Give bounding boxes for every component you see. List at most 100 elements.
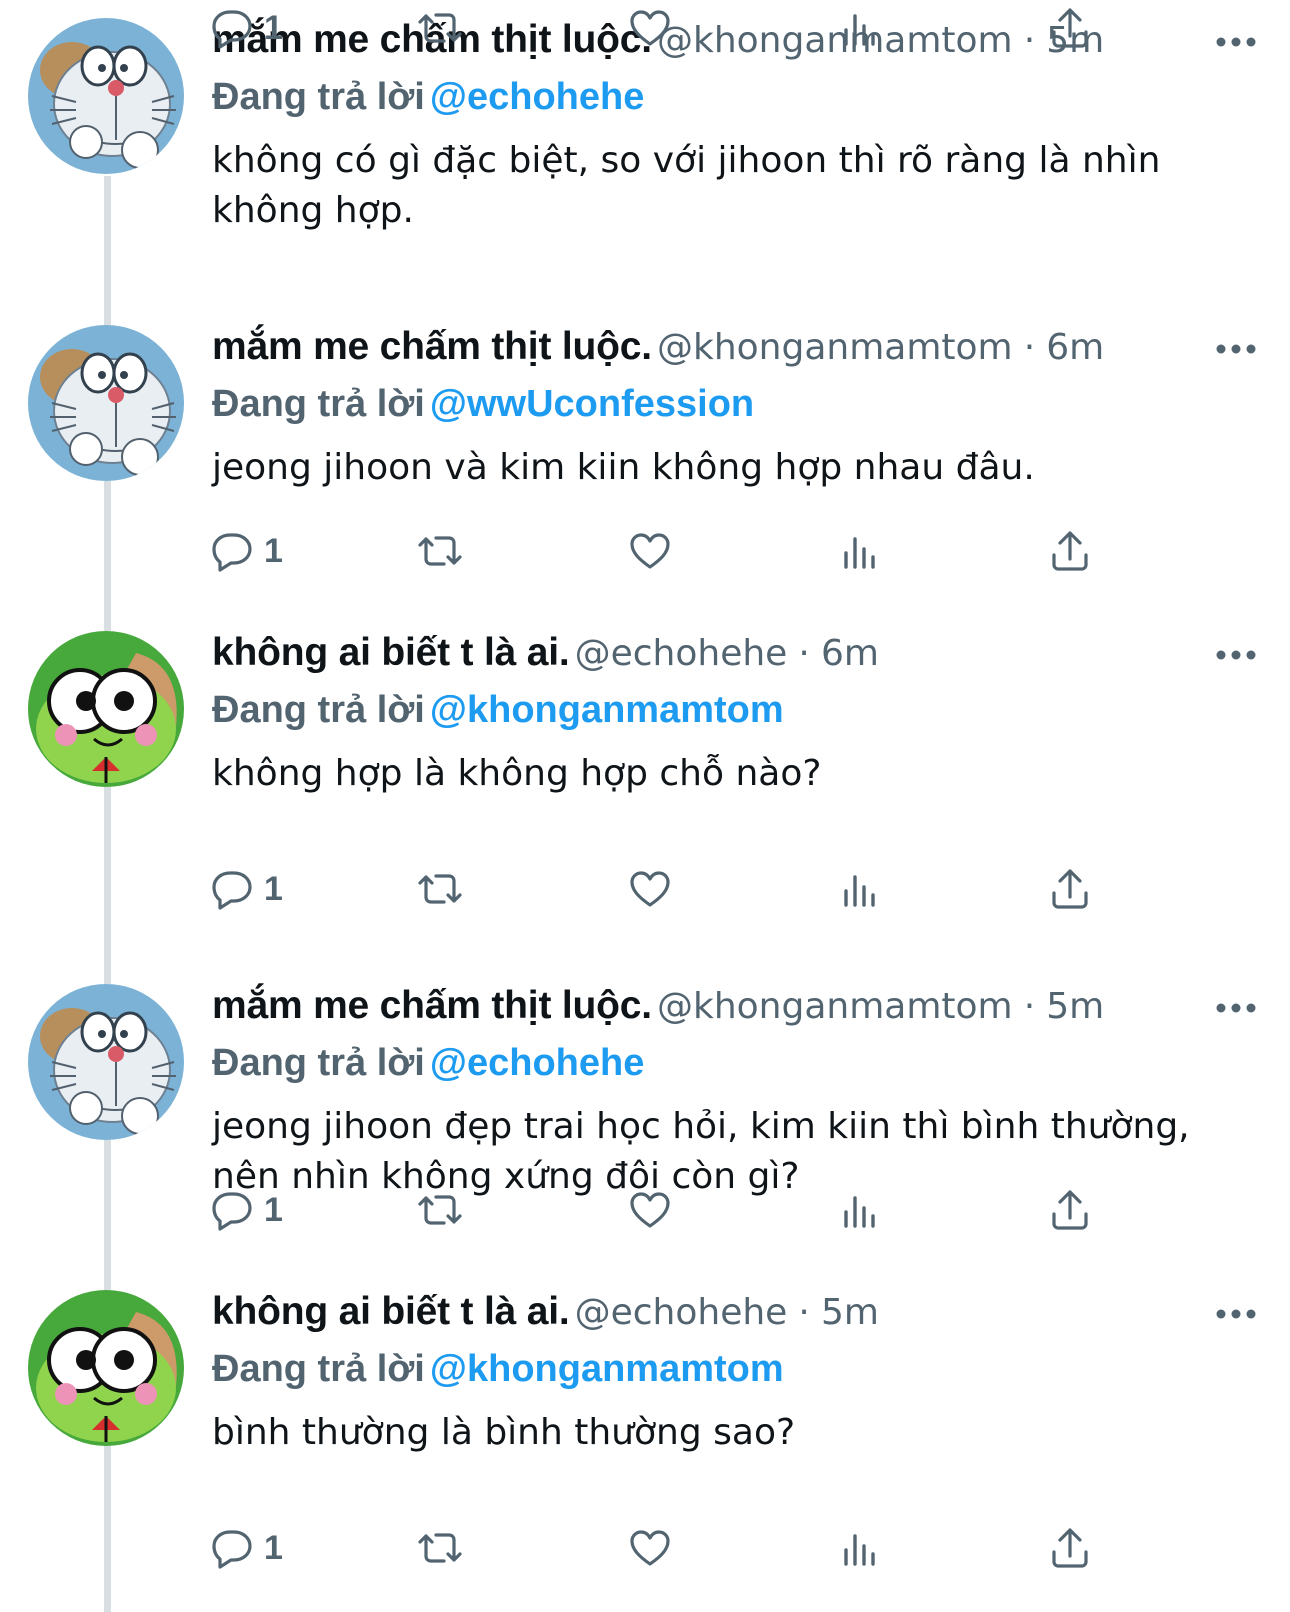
retweet-button[interactable]: [416, 1520, 464, 1576]
replying-to-handle[interactable]: @echohehe: [430, 1042, 644, 1084]
reply-icon: [212, 10, 252, 49]
tweet-header: không ai biết t là ai. @echohehe · 6m: [212, 631, 1272, 689]
share-icon: [1052, 531, 1088, 571]
doraemon-avatar[interactable]: [28, 984, 184, 1140]
replying-to-line: Đang trả lời @echohehe: [212, 76, 1272, 130]
doraemon-avatar-image: [28, 325, 184, 481]
keroppi-avatar-image: [28, 631, 184, 787]
tweet-actions: 1: [206, 861, 1206, 917]
more-icon[interactable]: [1214, 30, 1258, 54]
tweet-time[interactable]: 5m: [1046, 986, 1104, 1027]
separator-dot: ·: [798, 1292, 810, 1333]
share-icon: [1052, 8, 1088, 48]
reply-count: 1: [264, 1190, 283, 1229]
replying-to-label: Đang trả lời: [212, 1042, 425, 1084]
replying-to-label: Đang trả lời: [212, 383, 425, 425]
heart-icon: [630, 871, 670, 907]
retweet-button[interactable]: [416, 1182, 464, 1238]
tweet-header: không ai biết t là ai. @echohehe · 5m: [212, 1290, 1272, 1348]
tweet-actions: 1: [206, 523, 1206, 579]
share-button[interactable]: [1046, 1520, 1094, 1576]
views-icon: [844, 1196, 875, 1228]
share-button[interactable]: [1046, 523, 1094, 579]
views-icon: [844, 875, 875, 907]
replying-to-line: Đang trả lời @khonganmamtom: [212, 1348, 1272, 1402]
retweet-button[interactable]: [416, 0, 464, 56]
share-button[interactable]: [1046, 1182, 1094, 1238]
reply-button[interactable]: 1: [206, 1182, 283, 1238]
replying-to-handle[interactable]: @echohehe: [430, 76, 644, 118]
more-icon[interactable]: [1214, 996, 1258, 1020]
user-handle[interactable]: @echohehe: [575, 1292, 788, 1333]
tweet-actions: 1: [206, 0, 1206, 56]
reply-button[interactable]: 1: [206, 0, 283, 56]
tweet-text: jeong jihoon và kim kiin không hợp nhau …: [212, 447, 1035, 488]
reply-icon: [212, 1192, 252, 1231]
like-button[interactable]: [626, 0, 674, 56]
share-icon: [1052, 1190, 1088, 1230]
keroppi-avatar[interactable]: [28, 1290, 184, 1446]
keroppi-avatar[interactable]: [28, 631, 184, 787]
doraemon-avatar[interactable]: [28, 325, 184, 481]
replying-to-handle[interactable]: @wwUconfession: [430, 383, 754, 425]
views-icon: [844, 1534, 875, 1566]
replying-to-label: Đang trả lời: [212, 1348, 425, 1390]
user-handle[interactable]: @echohehe: [575, 633, 788, 674]
tweet-text: không có gì đặc biệt, so với jihoon thì …: [212, 140, 1161, 231]
more-icon[interactable]: [1214, 643, 1258, 667]
share-icon: [1052, 869, 1088, 909]
tweet-actions: 1: [206, 1520, 1206, 1576]
like-button[interactable]: [626, 861, 674, 917]
like-button[interactable]: [626, 1182, 674, 1238]
display-name[interactable]: mắm me chấm thịt luộc.: [212, 325, 652, 368]
replying-to-line: Đang trả lời @echohehe: [212, 1042, 1272, 1096]
replying-to-handle[interactable]: @khonganmamtom: [430, 689, 784, 731]
replying-to-label: Đang trả lời: [212, 76, 425, 118]
retweet-button[interactable]: [416, 861, 464, 917]
doraemon-avatar[interactable]: [28, 18, 184, 174]
retweet-icon: [418, 1533, 462, 1563]
tweet-text: bình thường là bình thường sao?: [212, 1412, 796, 1453]
reply-button[interactable]: 1: [206, 861, 283, 917]
like-button[interactable]: [626, 523, 674, 579]
views-button[interactable]: [836, 523, 884, 579]
reply-icon: [212, 1530, 252, 1569]
reply-count: 1: [264, 1528, 283, 1567]
retweet-icon: [418, 874, 462, 904]
heart-icon: [630, 533, 670, 569]
more-icon[interactable]: [1214, 337, 1258, 361]
views-button[interactable]: [836, 0, 884, 56]
separator-dot: ·: [798, 633, 810, 674]
like-button[interactable]: [626, 1520, 674, 1576]
replying-to-handle[interactable]: @khonganmamtom: [430, 1348, 784, 1390]
display-name[interactable]: không ai biết t là ai.: [212, 1290, 570, 1333]
user-handle[interactable]: @khonganmamtom: [657, 327, 1013, 368]
reply-button[interactable]: 1: [206, 1520, 283, 1576]
display-name[interactable]: không ai biết t là ai.: [212, 631, 570, 674]
reply-icon: [212, 533, 252, 572]
reply-button[interactable]: 1: [206, 523, 283, 579]
replying-to-line: Đang trả lời @khonganmamtom: [212, 689, 1272, 743]
views-button[interactable]: [836, 861, 884, 917]
tweet-actions: 1: [206, 1182, 1206, 1238]
views-icon: [844, 14, 875, 46]
more-icon[interactable]: [1214, 1302, 1258, 1326]
views-button[interactable]: [836, 1520, 884, 1576]
replying-to-label: Đang trả lời: [212, 689, 425, 731]
retweet-button[interactable]: [416, 523, 464, 579]
views-button[interactable]: [836, 1182, 884, 1238]
display-name[interactable]: mắm me chấm thịt luộc.: [212, 984, 652, 1027]
separator-dot: ·: [1023, 986, 1036, 1027]
share-button[interactable]: [1046, 861, 1094, 917]
share-button[interactable]: [1046, 0, 1094, 56]
doraemon-avatar-image: [28, 18, 184, 174]
retweet-icon: [418, 1195, 462, 1225]
reply-count: 1: [264, 531, 283, 570]
views-icon: [844, 537, 875, 569]
share-icon: [1052, 1528, 1088, 1568]
keroppi-avatar-image: [28, 1290, 184, 1446]
tweet-time[interactable]: 6m: [1046, 327, 1104, 368]
user-handle[interactable]: @khonganmamtom: [657, 986, 1013, 1027]
tweet-time[interactable]: 6m: [821, 633, 879, 674]
tweet-time[interactable]: 5m: [821, 1292, 879, 1333]
